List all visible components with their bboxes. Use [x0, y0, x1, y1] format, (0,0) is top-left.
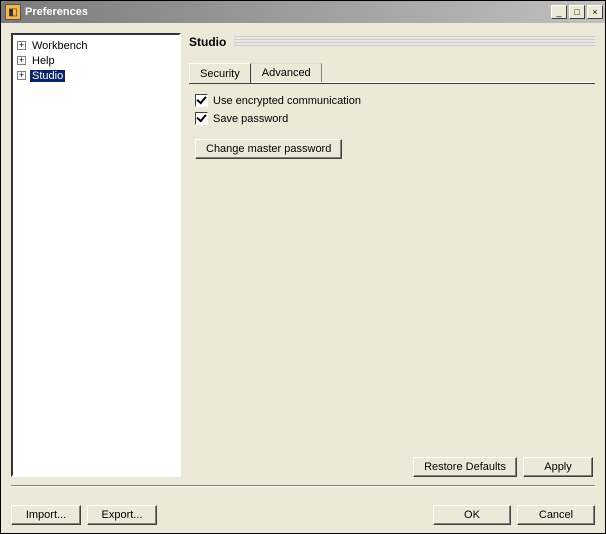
- maximize-button[interactable]: □: [569, 5, 585, 19]
- tree-item-help[interactable]: + Help: [15, 53, 177, 68]
- section-header: Studio: [189, 33, 595, 55]
- defaults-row: Restore Defaults Apply: [189, 453, 595, 477]
- tree-item-studio[interactable]: + Studio: [15, 68, 177, 83]
- cancel-button[interactable]: Cancel: [517, 505, 595, 525]
- restore-defaults-button[interactable]: Restore Defaults: [413, 457, 517, 477]
- export-button[interactable]: Export...: [87, 505, 157, 525]
- window-title: Preferences: [25, 6, 549, 18]
- section-title: Studio: [189, 35, 226, 49]
- use-encrypted-checkbox[interactable]: [195, 94, 208, 107]
- expand-icon[interactable]: +: [17, 56, 26, 65]
- app-icon: ◧: [5, 4, 21, 20]
- settings-panel: Studio Security Advanced: [189, 33, 595, 477]
- titlebar[interactable]: ◧ Preferences _ □ ×: [1, 1, 605, 23]
- expand-icon[interactable]: +: [17, 41, 26, 50]
- header-decoration: [234, 36, 595, 48]
- save-password-row[interactable]: Save password: [195, 112, 589, 125]
- tree-item-workbench[interactable]: + Workbench: [15, 38, 177, 53]
- bottom-bar: Import... Export... OK Cancel: [11, 487, 595, 525]
- tab-security[interactable]: Security: [189, 63, 251, 83]
- tree-label: Help: [30, 55, 57, 67]
- tab-content-security: Use encrypted communication Save passwor…: [189, 84, 595, 165]
- apply-button[interactable]: Apply: [523, 457, 593, 477]
- expand-icon[interactable]: +: [17, 71, 26, 80]
- close-button[interactable]: ×: [587, 5, 603, 19]
- tree-label: Studio: [30, 70, 65, 82]
- main-area: + Workbench + Help + Studio Studio: [11, 33, 595, 477]
- use-encrypted-row[interactable]: Use encrypted communication: [195, 94, 589, 107]
- change-master-password-button[interactable]: Change master password: [195, 139, 342, 159]
- save-password-label: Save password: [213, 113, 288, 125]
- tab-advanced[interactable]: Advanced: [251, 63, 322, 82]
- use-encrypted-label: Use encrypted communication: [213, 95, 361, 107]
- preferences-tree[interactable]: + Workbench + Help + Studio: [11, 33, 181, 477]
- tabs: Security Advanced: [189, 61, 595, 82]
- tree-label: Workbench: [30, 40, 89, 52]
- content-area: + Workbench + Help + Studio Studio: [1, 23, 605, 533]
- save-password-checkbox[interactable]: [195, 112, 208, 125]
- preferences-window: ◧ Preferences _ □ × + Workbench + Help +…: [0, 0, 606, 534]
- tab-label: Security: [200, 68, 240, 80]
- minimize-button[interactable]: _: [551, 5, 567, 19]
- ok-button[interactable]: OK: [433, 505, 511, 525]
- tab-label: Advanced: [262, 67, 311, 79]
- import-button[interactable]: Import...: [11, 505, 81, 525]
